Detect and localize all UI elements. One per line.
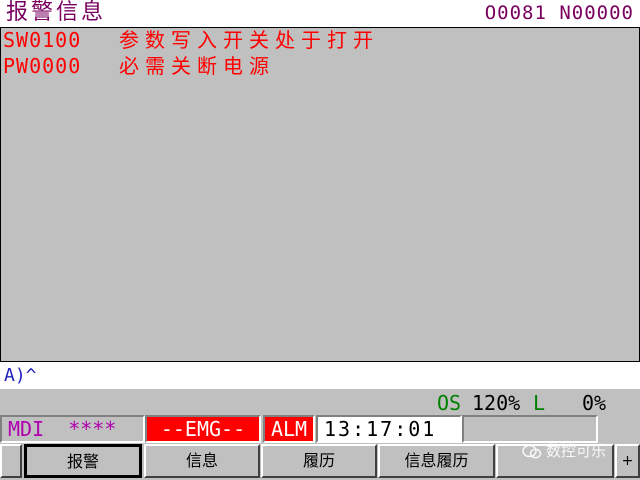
softkey-history[interactable]: 履历 (261, 444, 377, 478)
input-prompt: A)^ (4, 365, 37, 386)
status-empty-field (462, 415, 598, 443)
softkey-return[interactable] (0, 444, 22, 478)
header-bar: 报警信息 O0081 N00000 (0, 0, 640, 29)
page-title: 报警信息 (6, 0, 107, 25)
alarm-message: 参数写入开关处于打开 (119, 28, 379, 52)
watermark-text: 数控可乐 (546, 442, 607, 460)
alarm-message-area: SW0100 参数写入开关处于打开 PW0000 必需关断电源 (0, 28, 640, 362)
override-value: 120% (472, 391, 521, 415)
softkey-alarm[interactable]: 报警 (24, 444, 142, 478)
mode-status: MDI **** (0, 415, 145, 443)
mode-label: MDI (8, 417, 45, 441)
alarm-status: ALM (263, 415, 315, 443)
alarm-code: PW0000 (3, 54, 82, 78)
clock: 13:17:01 (316, 415, 462, 443)
override-label: OS (437, 391, 462, 415)
watermark: 数控可乐 (522, 440, 606, 464)
wechat-icon (522, 444, 542, 458)
alarm-row: SW0100 参数写入开关处于打开 (3, 28, 379, 52)
alarm-code: SW0100 (3, 28, 82, 52)
l-label: L (533, 391, 546, 415)
key-input-line[interactable]: A)^ (0, 363, 640, 389)
l-value: 0% (582, 391, 607, 415)
status-stars: **** (68, 417, 117, 441)
softkey-message-history[interactable]: 信息履历 (378, 444, 495, 478)
program-number: O0081 N00000 (484, 2, 634, 24)
softkey-message[interactable]: 信息 (144, 444, 260, 478)
emergency-status: --EMG-- (145, 415, 261, 443)
alarm-message: 必需关断电源 (119, 54, 275, 78)
softkey-next[interactable]: + (615, 444, 640, 478)
cnc-screen: 报警信息 O0081 N00000 SW0100 参数写入开关处于打开 PW000… (0, 0, 640, 480)
alarm-row: PW0000 必需关断电源 (3, 54, 275, 78)
